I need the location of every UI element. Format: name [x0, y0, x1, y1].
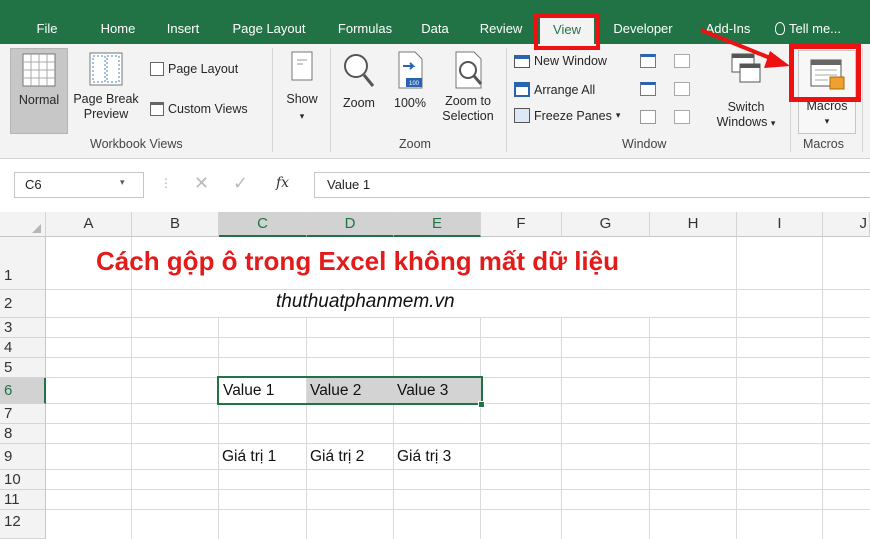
gridline: [46, 469, 870, 470]
gridline: [822, 237, 823, 539]
row-header-6[interactable]: 6: [0, 378, 46, 404]
name-box-dropdown-icon[interactable]: ▾: [120, 177, 125, 188]
row-header-8[interactable]: 8: [0, 424, 46, 444]
gridline: [46, 423, 870, 424]
row-header-9[interactable]: 9: [0, 444, 46, 470]
column-header-d[interactable]: D: [307, 212, 394, 237]
freeze-panes-button[interactable]: Freeze Panes ▾: [514, 108, 620, 123]
row-header-5[interactable]: 5: [0, 358, 46, 378]
column-header-j[interactable]: J: [823, 212, 870, 237]
cell-c9[interactable]: Giá trị 1: [222, 448, 276, 466]
column-header-e[interactable]: E: [394, 212, 481, 237]
chevron-down-icon: ▾: [770, 118, 776, 128]
select-all-corner[interactable]: [0, 212, 46, 237]
select-all-triangle-icon: [32, 224, 41, 233]
row-header-4[interactable]: 4: [0, 338, 46, 358]
row-header-1[interactable]: 1: [0, 237, 46, 290]
red-arrow-annotation: [700, 28, 790, 68]
window-group-label: Window: [622, 137, 667, 151]
freeze-panes-icon: [514, 108, 530, 123]
gridline: [46, 317, 870, 318]
gridline: [46, 489, 870, 490]
unhide-button[interactable]: [640, 110, 656, 124]
insert-function-icon[interactable]: fx: [276, 175, 289, 191]
gridline: [46, 357, 870, 358]
row-header-11[interactable]: 11: [0, 490, 46, 510]
row-header-3[interactable]: 3: [0, 318, 46, 338]
selection-border: [217, 376, 483, 405]
fill-handle[interactable]: [478, 401, 485, 408]
cell-d9[interactable]: Giá trị 2: [310, 448, 364, 466]
zoom-group-label: Zoom: [399, 137, 431, 151]
cancel-entry-icon[interactable]: ✕: [194, 173, 209, 194]
column-header-g[interactable]: G: [562, 212, 650, 237]
macros-group-label: Macros: [803, 137, 844, 151]
column-header-f[interactable]: F: [481, 212, 562, 237]
column-header-c[interactable]: C: [219, 212, 307, 237]
gridline: [736, 237, 737, 539]
column-header-i[interactable]: I: [737, 212, 823, 237]
formula-input[interactable]: Value 1: [314, 172, 870, 198]
column-header-a[interactable]: A: [46, 212, 132, 237]
chevron-down-icon: ▾: [299, 111, 305, 121]
workbook-views-group-label: Workbook Views: [90, 137, 183, 151]
column-header-b[interactable]: B: [132, 212, 219, 237]
gridline: [46, 509, 870, 510]
worksheet-grid[interactable]: A B C D E F G H I J 1 2 3 4 5 6 7 8 9 10…: [0, 212, 870, 539]
gridline: [46, 443, 870, 444]
chevron-down-icon: ▾: [615, 110, 621, 120]
row-header-12[interactable]: 12: [0, 510, 46, 539]
column-header-h[interactable]: H: [650, 212, 737, 237]
vertical-dots-icon: ⋮: [160, 176, 172, 190]
row-header-2[interactable]: 2: [0, 290, 46, 318]
row-header-10[interactable]: 10: [0, 470, 46, 490]
sheet-subtitle[interactable]: thuthuatphanmem.vn: [276, 291, 455, 313]
gridline: [46, 337, 870, 338]
reset-window-position-button[interactable]: [674, 110, 690, 124]
cell-e9[interactable]: Giá trị 3: [397, 448, 451, 466]
chevron-down-icon: ▾: [824, 116, 830, 126]
formula-bar: C6 ▾ ⋮ ✕ ✓ fx Value 1: [0, 159, 870, 209]
sheet-title[interactable]: Cách gộp ô trong Excel không mất dữ liệu: [96, 246, 619, 277]
row-header-7[interactable]: 7: [0, 404, 46, 424]
confirm-entry-icon[interactable]: ✓: [233, 173, 248, 194]
